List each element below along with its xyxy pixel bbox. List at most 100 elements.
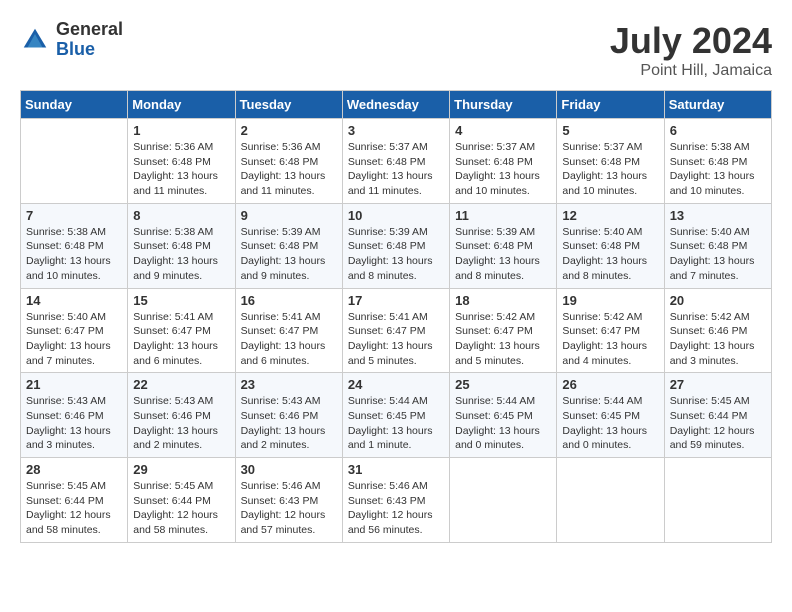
calendar-location: Point Hill, Jamaica (610, 62, 772, 80)
day-info: Sunrise: 5:41 AMSunset: 6:47 PMDaylight:… (348, 310, 444, 369)
day-info: Sunrise: 5:40 AMSunset: 6:48 PMDaylight:… (670, 225, 766, 284)
logo-blue-text: Blue (56, 40, 123, 60)
calendar-week-row: 14 Sunrise: 5:40 AMSunset: 6:47 PMDayligh… (21, 288, 772, 373)
day-number: 5 (562, 123, 658, 138)
day-number: 4 (455, 123, 551, 138)
day-number: 2 (241, 123, 337, 138)
calendar-cell: 27Sunrise: 5:45 AMSunset: 6:44 PMDayligh… (664, 373, 771, 458)
calendar-header-row: SundayMondayTuesdayWednesdayThursdayFrid… (21, 91, 772, 119)
day-info: Sunrise: 5:41 AMSunset: 6:47 PMDaylight:… (241, 310, 337, 369)
day-number: 10 (348, 208, 444, 223)
calendar-cell: 31 Sunrise: 5:46 AMSunset: 6:43 PMDayligh… (342, 458, 449, 543)
day-info: Sunrise: 5:36 AMSunset: 6:48 PMDaylight:… (241, 140, 337, 199)
day-number: 14 (26, 293, 122, 308)
title-block: July 2024 Point Hill, Jamaica (610, 20, 772, 80)
calendar-cell: 9Sunrise: 5:39 AMSunset: 6:48 PMDaylight… (235, 203, 342, 288)
calendar-week-row: 1 Sunrise: 5:36 AMSunset: 6:48 PMDaylight… (21, 119, 772, 204)
calendar-week-row: 7 Sunrise: 5:38 AMSunset: 6:48 PMDaylight… (21, 203, 772, 288)
day-info: Sunrise: 5:36 AMSunset: 6:48 PMDaylight:… (133, 140, 229, 199)
logo-text: General Blue (56, 20, 123, 60)
day-info: Sunrise: 5:41 AMSunset: 6:47 PMDaylight:… (133, 310, 229, 369)
calendar-cell: 8 Sunrise: 5:38 AMSunset: 6:48 PMDaylight… (128, 203, 235, 288)
logo: General Blue (20, 20, 123, 60)
day-info: Sunrise: 5:40 AMSunset: 6:48 PMDaylight:… (562, 225, 658, 284)
day-number: 19 (562, 293, 658, 308)
day-number: 23 (241, 377, 337, 392)
day-number: 28 (26, 462, 122, 477)
day-number: 11 (455, 208, 551, 223)
day-info: Sunrise: 5:37 AMSunset: 6:48 PMDaylight:… (455, 140, 551, 199)
calendar-cell: 30 Sunrise: 5:46 AMSunset: 6:43 PMDayligh… (235, 458, 342, 543)
day-info: Sunrise: 5:39 AMSunset: 6:48 PMDaylight:… (348, 225, 444, 284)
calendar-cell: 7 Sunrise: 5:38 AMSunset: 6:48 PMDaylight… (21, 203, 128, 288)
day-number: 22 (133, 377, 229, 392)
calendar-cell: 10 Sunrise: 5:39 AMSunset: 6:48 PMDayligh… (342, 203, 449, 288)
day-number: 30 (241, 462, 337, 477)
logo-general-text: General (56, 20, 123, 40)
calendar-cell: 5Sunrise: 5:37 AMSunset: 6:48 PMDaylight… (557, 119, 664, 204)
day-info: Sunrise: 5:38 AMSunset: 6:48 PMDaylight:… (133, 225, 229, 284)
logo-icon (20, 25, 50, 55)
day-number: 16 (241, 293, 337, 308)
calendar-cell (21, 119, 128, 204)
calendar-cell (664, 458, 771, 543)
calendar-cell: 16 Sunrise: 5:41 AMSunset: 6:47 PMDayligh… (235, 288, 342, 373)
calendar-cell: 1 Sunrise: 5:36 AMSunset: 6:48 PMDaylight… (128, 119, 235, 204)
calendar-day-header: Thursday (450, 91, 557, 119)
day-info: Sunrise: 5:42 AMSunset: 6:47 PMDaylight:… (562, 310, 658, 369)
day-info: Sunrise: 5:38 AMSunset: 6:48 PMDaylight:… (26, 225, 122, 284)
calendar-cell: 19 Sunrise: 5:42 AMSunset: 6:47 PMDayligh… (557, 288, 664, 373)
day-info: Sunrise: 5:44 AMSunset: 6:45 PMDaylight:… (348, 394, 444, 453)
day-info: Sunrise: 5:40 AMSunset: 6:47 PMDaylight:… (26, 310, 122, 369)
calendar-cell: 3Sunrise: 5:37 AMSunset: 6:48 PMDaylight… (342, 119, 449, 204)
calendar-day-header: Wednesday (342, 91, 449, 119)
calendar-cell: 4 Sunrise: 5:37 AMSunset: 6:48 PMDaylight… (450, 119, 557, 204)
calendar-cell: 23 Sunrise: 5:43 AMSunset: 6:46 PMDayligh… (235, 373, 342, 458)
calendar-cell: 26 Sunrise: 5:44 AMSunset: 6:45 PMDayligh… (557, 373, 664, 458)
day-info: Sunrise: 5:46 AMSunset: 6:43 PMDaylight:… (241, 479, 337, 538)
day-info: Sunrise: 5:45 AMSunset: 6:44 PMDaylight:… (670, 394, 766, 453)
calendar-cell (450, 458, 557, 543)
calendar-title: July 2024 (610, 20, 772, 62)
calendar-week-row: 21 Sunrise: 5:43 AMSunset: 6:46 PMDayligh… (21, 373, 772, 458)
day-number: 31 (348, 462, 444, 477)
day-number: 21 (26, 377, 122, 392)
day-info: Sunrise: 5:39 AMSunset: 6:48 PMDaylight:… (241, 225, 337, 284)
calendar-cell: 17 Sunrise: 5:41 AMSunset: 6:47 PMDayligh… (342, 288, 449, 373)
calendar-cell: 24 Sunrise: 5:44 AMSunset: 6:45 PMDayligh… (342, 373, 449, 458)
calendar-day-header: Saturday (664, 91, 771, 119)
calendar-day-header: Tuesday (235, 91, 342, 119)
day-number: 24 (348, 377, 444, 392)
day-number: 8 (133, 208, 229, 223)
page-header: General Blue July 2024 Point Hill, Jamai… (20, 20, 772, 80)
day-number: 26 (562, 377, 658, 392)
calendar-day-header: Monday (128, 91, 235, 119)
day-number: 12 (562, 208, 658, 223)
day-number: 18 (455, 293, 551, 308)
calendar-table: SundayMondayTuesdayWednesdayThursdayFrid… (20, 90, 772, 543)
calendar-cell: 22 Sunrise: 5:43 AMSunset: 6:46 PMDayligh… (128, 373, 235, 458)
day-number: 1 (133, 123, 229, 138)
calendar-cell: 21Sunrise: 5:43 AMSunset: 6:46 PMDayligh… (21, 373, 128, 458)
calendar-cell (557, 458, 664, 543)
day-info: Sunrise: 5:44 AMSunset: 6:45 PMDaylight:… (562, 394, 658, 453)
day-number: 25 (455, 377, 551, 392)
day-number: 20 (670, 293, 766, 308)
calendar-cell: 11Sunrise: 5:39 AMSunset: 6:48 PMDayligh… (450, 203, 557, 288)
day-info: Sunrise: 5:46 AMSunset: 6:43 PMDaylight:… (348, 479, 444, 538)
day-number: 17 (348, 293, 444, 308)
day-info: Sunrise: 5:43 AMSunset: 6:46 PMDaylight:… (133, 394, 229, 453)
calendar-cell: 28Sunrise: 5:45 AMSunset: 6:44 PMDayligh… (21, 458, 128, 543)
day-number: 29 (133, 462, 229, 477)
calendar-day-header: Friday (557, 91, 664, 119)
day-number: 15 (133, 293, 229, 308)
day-info: Sunrise: 5:38 AMSunset: 6:48 PMDaylight:… (670, 140, 766, 199)
day-number: 13 (670, 208, 766, 223)
calendar-cell: 13 Sunrise: 5:40 AMSunset: 6:48 PMDayligh… (664, 203, 771, 288)
calendar-cell: 25Sunrise: 5:44 AMSunset: 6:45 PMDayligh… (450, 373, 557, 458)
day-number: 7 (26, 208, 122, 223)
calendar-week-row: 28Sunrise: 5:45 AMSunset: 6:44 PMDayligh… (21, 458, 772, 543)
day-number: 6 (670, 123, 766, 138)
calendar-cell: 18Sunrise: 5:42 AMSunset: 6:47 PMDayligh… (450, 288, 557, 373)
day-info: Sunrise: 5:43 AMSunset: 6:46 PMDaylight:… (241, 394, 337, 453)
